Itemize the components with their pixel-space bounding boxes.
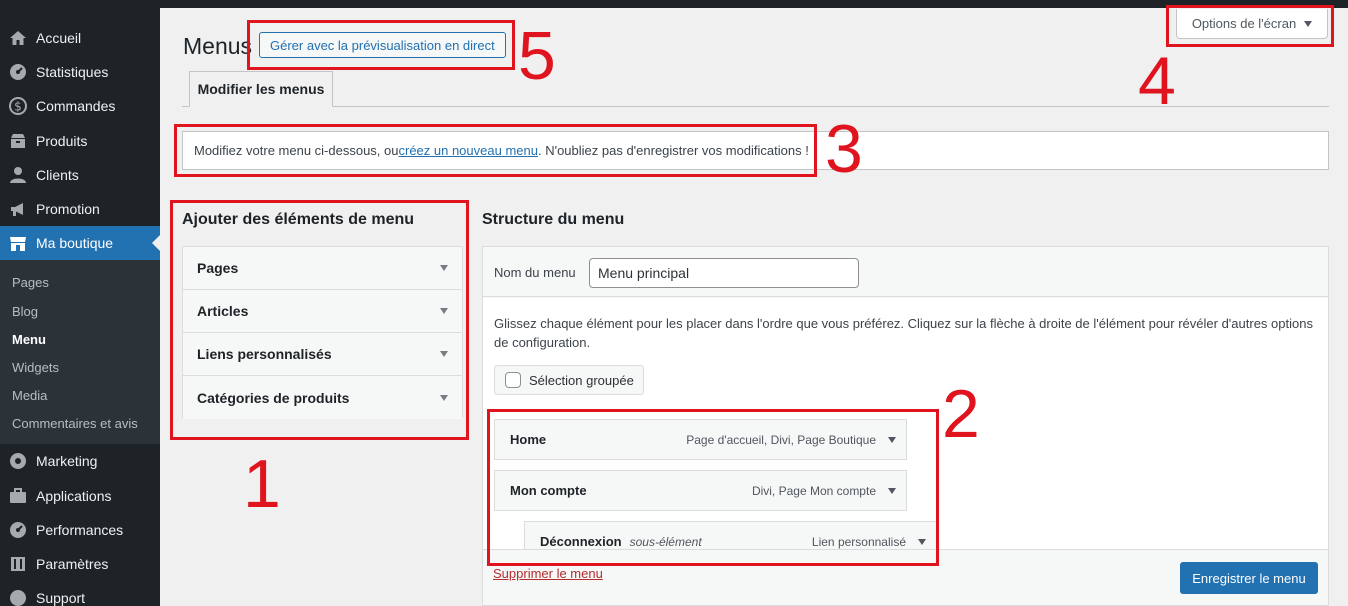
briefcase-icon xyxy=(8,486,28,506)
megaphone-icon xyxy=(8,199,28,219)
annotation-box-1 xyxy=(170,200,469,440)
page-title: Menus xyxy=(183,33,253,59)
annotation-box-5 xyxy=(247,20,515,70)
sidebar-item-produits[interactable]: Produits xyxy=(0,124,160,158)
sidebar-item-parametres[interactable]: Paramètres xyxy=(0,547,160,581)
annotation-box-2 xyxy=(487,409,939,566)
submenu-item-blog[interactable]: Blog xyxy=(12,304,38,319)
bulk-select-checkbox[interactable] xyxy=(505,372,521,388)
sidebar-item-promotion[interactable]: Promotion xyxy=(0,192,160,226)
admin-bar xyxy=(0,0,1348,8)
annotation-box-3 xyxy=(174,124,817,177)
annotation-number-1: 1 xyxy=(243,446,281,522)
sidebar-item-label: Produits xyxy=(36,133,88,149)
sidebar-item-statistiques[interactable]: Statistiques xyxy=(0,55,160,89)
sidebar-item-label: Support xyxy=(36,590,86,606)
sidebar-item-label: Clients xyxy=(36,167,79,183)
sidebar-item-performances[interactable]: Performances xyxy=(0,513,160,547)
submenu-ma-boutique: Pages Blog Menu Widgets Media Commentair… xyxy=(0,260,160,444)
sidebar-item-label: Promotion xyxy=(36,201,100,217)
save-menu-button[interactable]: Enregistrer le menu xyxy=(1180,562,1318,594)
sidebar-item-label: Performances xyxy=(36,522,124,538)
submenu-item-widgets[interactable]: Widgets xyxy=(12,360,59,375)
submenu-item-media[interactable]: Media xyxy=(12,388,47,403)
structure-heading: Structure du menu xyxy=(482,211,625,228)
annotation-number-2: 2 xyxy=(942,376,980,452)
annotation-number-4: 4 xyxy=(1138,43,1176,119)
annotation-number-3: 3 xyxy=(825,111,863,187)
menu-name-bar: Nom du menu xyxy=(483,247,1328,297)
submenu-item-pages[interactable]: Pages xyxy=(12,275,49,290)
user-icon xyxy=(8,165,28,185)
store-icon xyxy=(8,233,28,253)
sidebar-item-label: Applications xyxy=(36,488,112,504)
settings-icon xyxy=(8,554,28,574)
sidebar-item-label: Accueil xyxy=(36,30,82,46)
submenu-item-menu[interactable]: Menu xyxy=(12,332,46,347)
tab-modifier-menus[interactable]: Modifier les menus xyxy=(189,71,333,107)
admin-sidebar: Accueil Statistiques $ Commandes Produit… xyxy=(0,8,160,606)
delete-menu-link[interactable]: Supprimer le menu xyxy=(493,566,603,581)
sidebar-item-marketing[interactable]: Marketing xyxy=(0,444,160,478)
dashboard-icon xyxy=(8,520,28,540)
sidebar-item-label: Marketing xyxy=(36,453,98,469)
sidebar-item-clients[interactable]: Clients xyxy=(0,158,160,192)
archive-icon xyxy=(8,131,28,151)
help-icon xyxy=(8,588,28,606)
dollar-icon: $ xyxy=(8,96,28,116)
submenu-item-commentaires[interactable]: Commentaires et avis xyxy=(12,416,138,431)
menu-name-input[interactable] xyxy=(589,258,859,288)
bulk-select-label: Sélection groupée xyxy=(529,372,634,388)
dashboard-icon xyxy=(8,62,28,82)
menu-name-label: Nom du menu xyxy=(494,265,576,280)
annotation-number-5: 5 xyxy=(518,18,556,94)
sidebar-item-label: Statistiques xyxy=(36,64,109,80)
sidebar-item-accueil[interactable]: Accueil xyxy=(0,21,160,55)
sidebar-item-label: Paramètres xyxy=(36,556,109,572)
bulk-select-button[interactable]: Sélection groupée xyxy=(494,365,644,395)
sidebar-item-support[interactable]: Support xyxy=(0,581,160,606)
sidebar-item-label: Ma boutique xyxy=(36,235,114,251)
svg-text:$: $ xyxy=(14,100,22,114)
sidebar-item-applications[interactable]: Applications xyxy=(0,479,160,513)
drag-instructions: Glissez chaque élément pour les placer d… xyxy=(494,316,1313,350)
home-icon xyxy=(8,28,28,48)
gauge-icon xyxy=(8,451,28,471)
annotation-box-4 xyxy=(1166,5,1334,47)
sidebar-item-commandes[interactable]: $ Commandes xyxy=(0,89,160,123)
sidebar-item-ma-boutique[interactable]: Ma boutique xyxy=(0,226,160,260)
sidebar-item-label: Commandes xyxy=(36,98,116,114)
